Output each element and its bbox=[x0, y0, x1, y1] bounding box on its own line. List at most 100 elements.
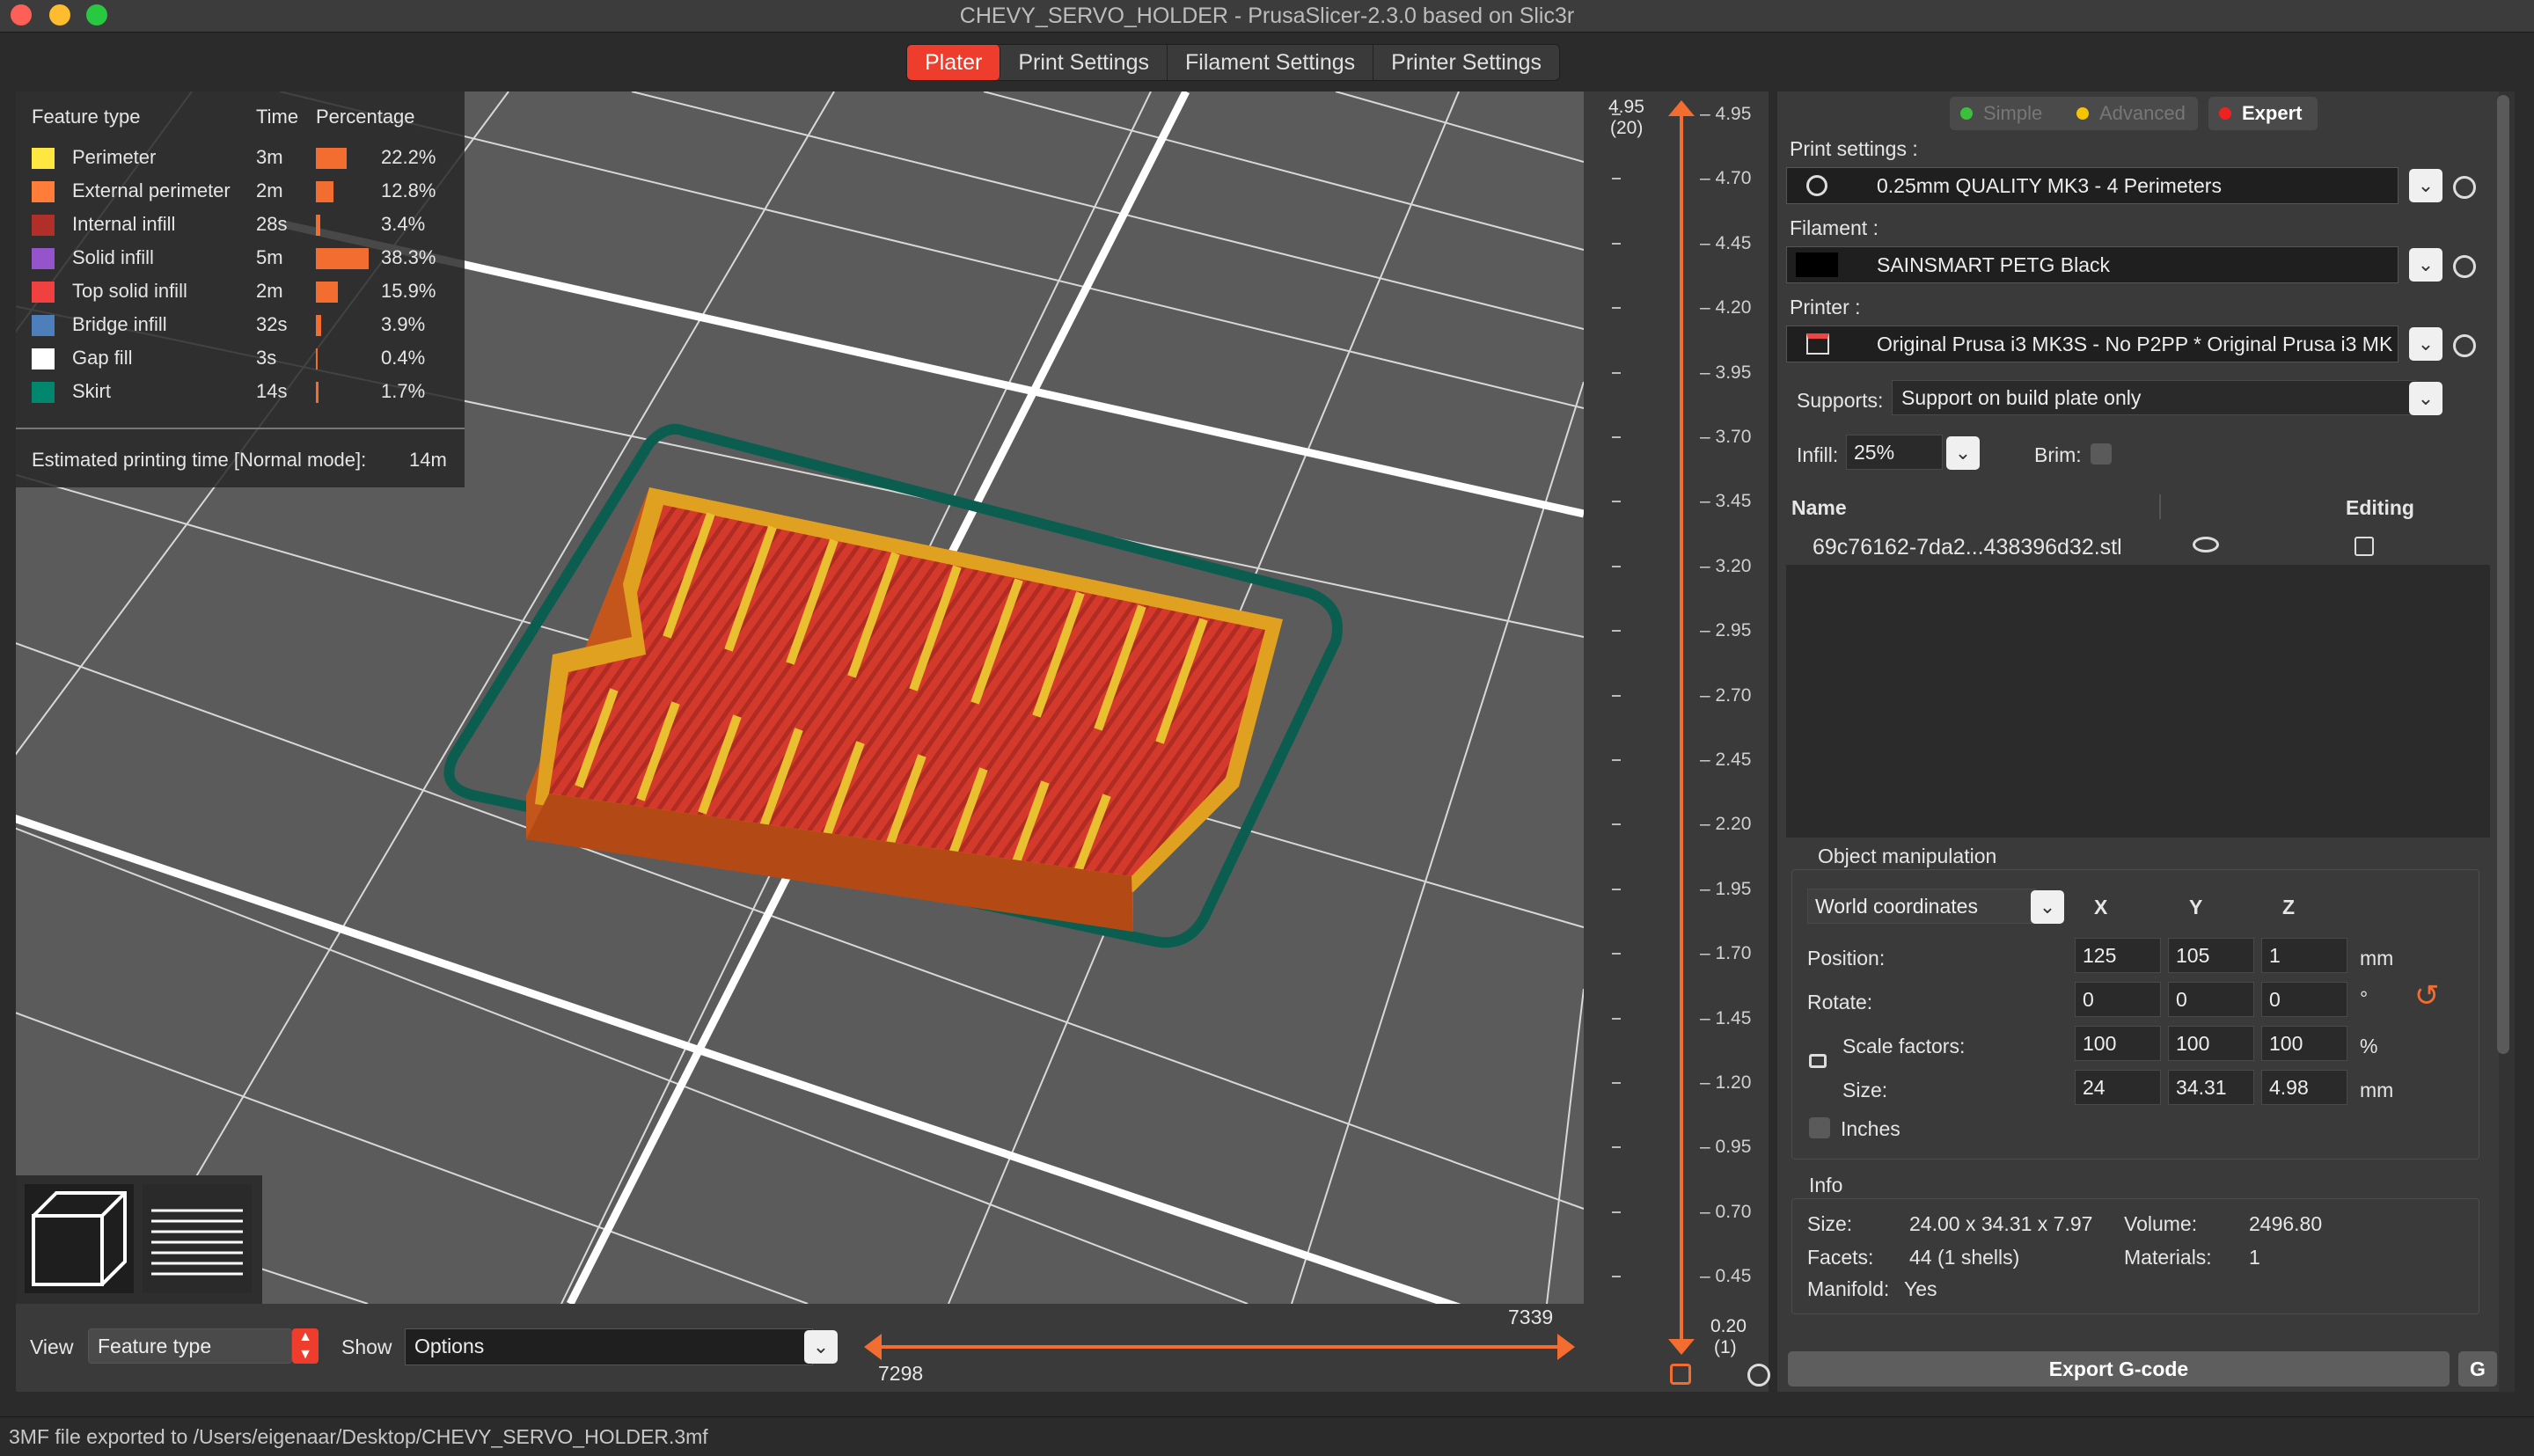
layer-slider[interactable]: 4.95 (20) – 4.95– 4.70– 4.45– 4.20– 3.95… bbox=[1584, 91, 1770, 1392]
scale-y-input[interactable]: 100 bbox=[2168, 1026, 2254, 1061]
rotate-unit: ° bbox=[2360, 987, 2369, 1010]
tick-mark bbox=[1612, 1017, 1621, 1020]
tick-mark bbox=[1612, 1211, 1621, 1213]
tab-printer-settings[interactable]: Printer Settings bbox=[1373, 45, 1559, 80]
uniform-scale-lock-icon[interactable] bbox=[1809, 1054, 1827, 1068]
tick-mark bbox=[1612, 953, 1621, 955]
scale-z-input[interactable]: 100 bbox=[2261, 1026, 2347, 1061]
preview-layers-icon[interactable] bbox=[143, 1184, 252, 1293]
tab-plater[interactable]: Plater bbox=[907, 45, 1001, 80]
rotate-label: Rotate: bbox=[1807, 991, 1873, 1013]
tick-mark bbox=[1612, 565, 1621, 567]
mode-simple-button[interactable]: Simple bbox=[1950, 97, 2073, 130]
info-materials-value: 1 bbox=[2249, 1246, 2260, 1269]
layer-bottom-index: (1) bbox=[1714, 1337, 1737, 1357]
legend-feature-time: 3m bbox=[256, 146, 283, 168]
view-type-select[interactable]: Feature type bbox=[88, 1328, 292, 1364]
tab-print-settings[interactable]: Print Settings bbox=[1000, 45, 1168, 80]
lock-icon[interactable] bbox=[1670, 1364, 1691, 1385]
rotate-z-input[interactable]: 0 bbox=[2261, 982, 2347, 1017]
position-y-input[interactable]: 105 bbox=[2168, 938, 2254, 973]
show-options-select[interactable]: Options bbox=[405, 1328, 813, 1365]
rotate-x-input[interactable]: 0 bbox=[2075, 982, 2161, 1017]
legend-row: Perimeter 3m 22.2% bbox=[16, 143, 465, 174]
infill-chevron-icon[interactable]: ⌄ bbox=[1946, 436, 1980, 470]
object-list-row[interactable]: 69c76162-7da2...438396d32.stl bbox=[1786, 528, 2490, 565]
print-settings-gear-icon[interactable] bbox=[2453, 176, 2476, 199]
size-z-input[interactable]: 4.98 bbox=[2261, 1070, 2347, 1105]
filament-chevron-icon[interactable]: ⌄ bbox=[2409, 248, 2442, 282]
printer-gear-icon[interactable] bbox=[2453, 334, 2476, 357]
print-settings-chevron-icon[interactable]: ⌄ bbox=[2409, 169, 2442, 202]
tick-mark bbox=[1612, 1276, 1621, 1278]
horizontal-slider-low-thumb[interactable] bbox=[864, 1334, 882, 1360]
inches-checkbox[interactable] bbox=[1809, 1117, 1830, 1138]
axis-y-label: Y bbox=[2189, 896, 2203, 918]
export-gcode-button[interactable]: Export G-code bbox=[1788, 1351, 2450, 1386]
legend-percentage-bar bbox=[316, 282, 338, 303]
mode-expert-button[interactable]: Expert bbox=[2208, 97, 2318, 130]
filament-combo[interactable]: SAINSMART PETG Black bbox=[1786, 246, 2399, 283]
position-x-input[interactable]: 125 bbox=[2075, 938, 2161, 973]
preview-view-bar: View Feature type ▲ ▼ Show Options ⌄ 7339… bbox=[16, 1304, 1584, 1392]
size-unit: mm bbox=[2360, 1079, 2394, 1101]
position-z-input[interactable]: 1 bbox=[2261, 938, 2347, 973]
print-settings-combo[interactable]: 0.25mm QUALITY MK3 - 4 Perimeters bbox=[1786, 167, 2399, 204]
size-y-input[interactable]: 34.31 bbox=[2168, 1070, 2254, 1105]
position-unit: mm bbox=[2360, 947, 2394, 969]
tab-filament-settings[interactable]: Filament Settings bbox=[1168, 45, 1374, 80]
tick-mark bbox=[1612, 1146, 1621, 1149]
legend-feature-percentage: 0.4% bbox=[381, 347, 426, 369]
layer-tick: – 0.45 bbox=[1612, 1266, 1770, 1287]
edit-settings-icon[interactable] bbox=[2355, 537, 2374, 556]
visibility-eye-icon[interactable] bbox=[2193, 537, 2219, 552]
legend-feature-time: 28s bbox=[256, 213, 288, 235]
3d-view-icon[interactable] bbox=[25, 1184, 134, 1293]
brim-label: Brim: bbox=[2034, 443, 2082, 466]
tick-mark bbox=[1612, 178, 1621, 180]
legend-feature-name: Top solid infill bbox=[72, 280, 187, 302]
horizontal-slider-high-thumb[interactable] bbox=[1557, 1334, 1575, 1360]
tick-mark bbox=[1612, 630, 1621, 633]
show-options-chevron-icon[interactable]: ⌄ bbox=[804, 1330, 838, 1364]
layer-tick: – 3.20 bbox=[1612, 556, 1770, 577]
mode-advanced-button[interactable]: Advanced bbox=[2066, 97, 2198, 130]
infill-select[interactable]: 25% bbox=[1846, 435, 1943, 470]
feature-legend: Feature type Time Percentage Perimeter 3m… bbox=[16, 91, 465, 487]
tick-mark bbox=[1612, 759, 1621, 761]
reset-rotation-icon[interactable]: ↺ bbox=[2414, 978, 2440, 1013]
layer-slider-bottom-thumb[interactable] bbox=[1668, 1339, 1695, 1355]
filament-gear-icon[interactable] bbox=[2453, 255, 2476, 278]
layer-settings-gear-icon[interactable] bbox=[1747, 1364, 1770, 1386]
view-type-stepper-icon[interactable]: ▲ ▼ bbox=[292, 1328, 319, 1364]
supports-select[interactable]: Support on build plate only bbox=[1892, 380, 2416, 415]
estimated-time-label: Estimated printing time [Normal mode]: bbox=[32, 449, 367, 471]
legend-feature-percentage: 3.4% bbox=[381, 213, 426, 235]
filament-color-swatch bbox=[1796, 252, 1838, 277]
send-gcode-icon[interactable]: G bbox=[2458, 1351, 2497, 1386]
layer-slider-track[interactable] bbox=[1680, 106, 1683, 1344]
legend-percentage-bar bbox=[316, 181, 334, 202]
coordinates-chevron-icon[interactable]: ⌄ bbox=[2031, 890, 2064, 924]
printer-combo[interactable]: Original Prusa i3 MK3S - No P2PP * Origi… bbox=[1786, 326, 2399, 362]
size-label: Size: bbox=[1842, 1079, 1888, 1101]
info-volume-value: 2496.80 bbox=[2249, 1212, 2323, 1235]
coordinates-select[interactable]: World coordinates bbox=[1807, 889, 2036, 924]
legend-feature-percentage: 3.9% bbox=[381, 313, 426, 335]
legend-divider bbox=[16, 428, 465, 429]
sidebar-scrollbar-thumb[interactable] bbox=[2497, 95, 2509, 1054]
brim-checkbox[interactable] bbox=[2091, 443, 2112, 465]
tick-label: – 3.70 bbox=[1700, 427, 1752, 447]
axis-z-label: Z bbox=[2282, 896, 2296, 918]
info-materials-label: Materials: bbox=[2124, 1246, 2212, 1269]
tick-mark bbox=[1612, 888, 1621, 890]
horizontal-slider-track[interactable] bbox=[868, 1345, 1571, 1349]
rotate-y-input[interactable]: 0 bbox=[2168, 982, 2254, 1017]
supports-chevron-icon[interactable]: ⌄ bbox=[2409, 382, 2442, 415]
scale-x-input[interactable]: 100 bbox=[2075, 1026, 2161, 1061]
status-bar: 3MF file exported to /Users/eigenaar/Des… bbox=[0, 1416, 2534, 1455]
info-facets-label: Facets: bbox=[1807, 1246, 1874, 1269]
printer-chevron-icon[interactable]: ⌄ bbox=[2409, 327, 2442, 361]
axis-x-label: X bbox=[2094, 896, 2108, 918]
size-x-input[interactable]: 24 bbox=[2075, 1070, 2161, 1105]
